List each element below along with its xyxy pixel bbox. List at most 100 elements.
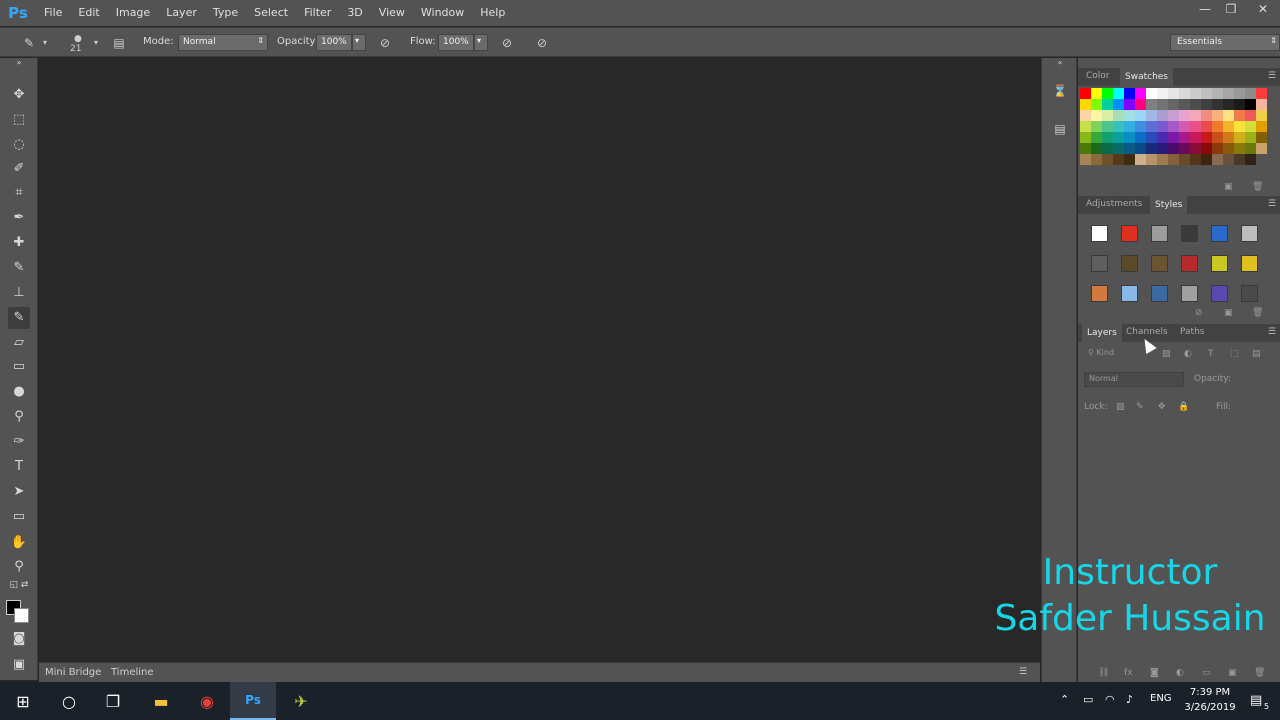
color-swatch[interactable] bbox=[1102, 132, 1113, 143]
color-swatch[interactable] bbox=[1190, 154, 1201, 165]
color-swatch[interactable] bbox=[1179, 88, 1190, 99]
style-preset[interactable] bbox=[1084, 278, 1114, 308]
color-swatch[interactable] bbox=[1212, 110, 1223, 121]
opacity-dropdown-icon[interactable]: ▾ bbox=[352, 34, 366, 51]
color-swatch[interactable] bbox=[1135, 88, 1146, 99]
document-canvas-area[interactable] bbox=[39, 58, 1040, 662]
panel-menu-icon[interactable]: ☰ bbox=[1268, 71, 1276, 81]
color-swatch[interactable] bbox=[1102, 154, 1113, 165]
color-swatch[interactable] bbox=[1113, 110, 1124, 121]
color-swatch[interactable] bbox=[1190, 143, 1201, 154]
color-swatch[interactable] bbox=[1080, 88, 1091, 99]
tab-swatches[interactable]: Swatches bbox=[1120, 68, 1173, 86]
color-swatch[interactable] bbox=[1212, 99, 1223, 110]
color-swatch[interactable] bbox=[1135, 143, 1146, 154]
style-preset[interactable] bbox=[1174, 248, 1204, 278]
app-taskbar-icon[interactable]: ✈ bbox=[278, 682, 324, 720]
color-swatch[interactable] bbox=[1113, 88, 1124, 99]
menu-type[interactable]: Type bbox=[205, 0, 246, 26]
color-swatch[interactable] bbox=[1124, 110, 1135, 121]
style-preset[interactable] bbox=[1174, 218, 1204, 248]
color-swatch[interactable] bbox=[1245, 88, 1256, 99]
move-tool-icon[interactable]: ✥ bbox=[8, 84, 30, 106]
color-swatch[interactable] bbox=[1245, 110, 1256, 121]
adjustment-layer-icon[interactable]: ◐ bbox=[1176, 668, 1184, 678]
color-swatch[interactable] bbox=[1135, 99, 1146, 110]
hand-tool-icon[interactable]: ✋ bbox=[8, 532, 30, 554]
minimize-button[interactable]: — bbox=[1192, 0, 1218, 20]
color-swatch[interactable] bbox=[1168, 143, 1179, 154]
color-swatch[interactable] bbox=[1168, 110, 1179, 121]
collapse-dock-icon[interactable]: « bbox=[1051, 58, 1069, 68]
opacity-input[interactable]: 100% bbox=[316, 34, 352, 51]
style-preset[interactable] bbox=[1204, 248, 1234, 278]
color-swatch[interactable] bbox=[1080, 154, 1091, 165]
color-swatch[interactable] bbox=[1157, 88, 1168, 99]
color-swatch[interactable] bbox=[1113, 99, 1124, 110]
color-swatch[interactable] bbox=[1201, 154, 1212, 165]
path-selection-tool-icon[interactable]: ➤ bbox=[8, 481, 30, 503]
task-view-icon[interactable]: ❐ bbox=[90, 682, 136, 720]
pen-tool-icon[interactable]: ✑ bbox=[8, 431, 30, 453]
brush-dropdown-icon[interactable]: ▾ bbox=[92, 34, 100, 52]
color-swatch[interactable] bbox=[1190, 110, 1201, 121]
menu-help[interactable]: Help bbox=[472, 0, 513, 26]
zoom-tool-icon[interactable]: ⚲ bbox=[8, 556, 30, 578]
background-color-swatch[interactable] bbox=[14, 608, 29, 623]
color-swatch[interactable] bbox=[1201, 132, 1212, 143]
battery-icon[interactable]: ▭ bbox=[1083, 693, 1093, 706]
layer-fill-input[interactable] bbox=[1234, 398, 1278, 413]
default-colors-icon[interactable]: ◱ ⇄ bbox=[8, 578, 30, 592]
style-preset[interactable] bbox=[1084, 248, 1114, 278]
tab-adjustments[interactable]: Adjustments bbox=[1086, 199, 1142, 209]
healing-brush-tool-icon[interactable]: ✚ bbox=[8, 232, 30, 254]
tab-paths[interactable]: Paths bbox=[1180, 327, 1204, 337]
color-swatch[interactable] bbox=[1190, 121, 1201, 132]
color-swatch[interactable] bbox=[1135, 154, 1146, 165]
color-swatch[interactable] bbox=[1080, 121, 1091, 132]
menu-filter[interactable]: Filter bbox=[296, 0, 339, 26]
eyedropper-tool-icon[interactable]: ✒ bbox=[8, 207, 30, 229]
blend-mode-select[interactable]: Normal bbox=[1084, 372, 1184, 387]
color-swatch[interactable] bbox=[1234, 132, 1245, 143]
color-swatch[interactable] bbox=[1234, 99, 1245, 110]
tool-preset-dropdown-icon[interactable]: ▾ bbox=[40, 34, 50, 52]
color-swatch[interactable] bbox=[1223, 143, 1234, 154]
color-swatch[interactable] bbox=[1223, 154, 1234, 165]
lock-transparent-icon[interactable]: ▨ bbox=[1116, 402, 1125, 412]
delete-layer-icon[interactable]: 🗑 bbox=[1254, 668, 1265, 678]
smart-object-filter-icon[interactable]: ▤ bbox=[1252, 349, 1261, 359]
color-swatch[interactable] bbox=[1212, 121, 1223, 132]
windows-start-icon[interactable]: ⊞ bbox=[0, 682, 46, 720]
color-swatch[interactable] bbox=[1201, 88, 1212, 99]
color-swatch[interactable] bbox=[1157, 99, 1168, 110]
color-swatch[interactable] bbox=[1080, 110, 1091, 121]
color-swatch[interactable] bbox=[1102, 99, 1113, 110]
lock-position-icon[interactable]: ✥ bbox=[1158, 402, 1166, 412]
color-swatch[interactable] bbox=[1179, 110, 1190, 121]
color-swatch[interactable] bbox=[1146, 88, 1157, 99]
color-swatch[interactable] bbox=[1124, 121, 1135, 132]
color-swatch[interactable] bbox=[1102, 143, 1113, 154]
photoshop-taskbar-icon[interactable]: Ps bbox=[230, 682, 276, 720]
workspace-select[interactable]: Essentials ⇕ bbox=[1170, 34, 1280, 51]
color-swatch[interactable] bbox=[1146, 121, 1157, 132]
rectangle-tool-icon[interactable]: ▭ bbox=[8, 506, 30, 528]
style-preset[interactable] bbox=[1204, 278, 1234, 308]
color-swatch[interactable] bbox=[1245, 154, 1256, 165]
shape-filter-icon[interactable]: ⬚ bbox=[1230, 349, 1239, 359]
color-swatch[interactable] bbox=[1179, 99, 1190, 110]
color-swatch[interactable] bbox=[1223, 88, 1234, 99]
color-swatch[interactable] bbox=[1146, 110, 1157, 121]
style-preset[interactable] bbox=[1114, 248, 1144, 278]
menu-window[interactable]: Window bbox=[413, 0, 472, 26]
layer-kind-filter[interactable]: ⚲ Kind bbox=[1084, 347, 1144, 362]
color-swatch[interactable] bbox=[1113, 121, 1124, 132]
color-swatch[interactable] bbox=[1201, 110, 1212, 121]
airbrush-icon[interactable]: ⊘ bbox=[498, 34, 516, 52]
pressure-opacity-icon[interactable]: ⊘ bbox=[376, 34, 394, 52]
color-swatch[interactable] bbox=[1135, 110, 1146, 121]
menu-layer[interactable]: Layer bbox=[158, 0, 205, 26]
color-swatch[interactable] bbox=[1157, 110, 1168, 121]
brush-panel-toggle-icon[interactable]: ▤ bbox=[110, 34, 128, 52]
